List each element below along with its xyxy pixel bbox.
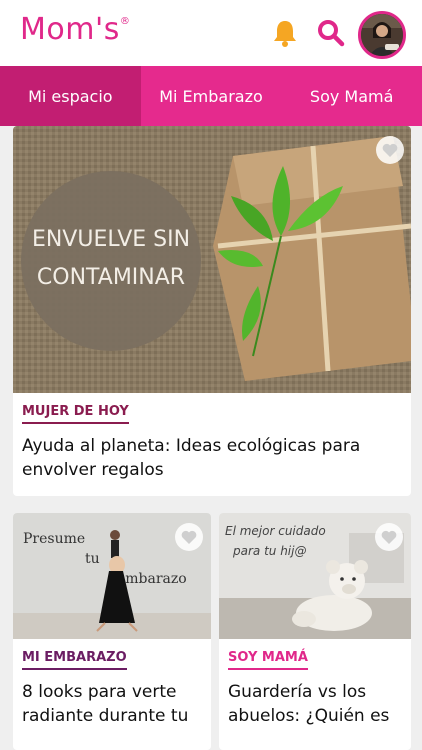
image-caption-line1: El mejor cuidado <box>225 524 326 538</box>
article-category[interactable]: MUJER DE HOY <box>22 404 129 424</box>
main-tab-bar: Mi espacio Mi Embarazo Soy Mamá <box>0 66 422 126</box>
avatar[interactable] <box>358 11 406 59</box>
image-caption-line2: para tu hij@ <box>232 544 306 558</box>
favorite-heart-icon[interactable] <box>376 136 404 164</box>
image-caption-line2: tu <box>85 551 100 567</box>
article-image: Presume tu embarazo <box>13 513 211 639</box>
image-caption-line2: CONTAMINAR <box>37 265 185 290</box>
bell-icon[interactable] <box>270 18 300 48</box>
search-icon[interactable] <box>316 18 346 48</box>
article-card[interactable]: El mejor cuidado para tu hij@ SOY MAMÁ G… <box>219 513 411 750</box>
article-image: El mejor cuidado para tu hij@ <box>219 513 411 639</box>
article-card[interactable]: ENVUELVE SIN CONTAMINAR MUJER DE HOY Ayu… <box>13 126 411 496</box>
tab-soy-mama[interactable]: Soy Mamá <box>281 66 422 126</box>
favorite-heart-icon[interactable] <box>375 523 403 551</box>
app-logo[interactable]: Mom's® <box>20 12 130 47</box>
article-image: ENVUELVE SIN CONTAMINAR <box>13 126 411 393</box>
article-category[interactable]: MI EMBARAZO <box>22 650 127 670</box>
article-title[interactable]: 8 looks para verte radiante durante tu <box>13 680 211 728</box>
image-caption-line1: Presume <box>23 531 85 547</box>
tab-mi-embarazo[interactable]: Mi Embarazo <box>141 66 282 126</box>
article-title[interactable]: Guardería vs los abuelos: ¿Quién es <box>219 680 411 728</box>
image-caption-line3: embarazo <box>117 571 187 587</box>
favorite-heart-icon[interactable] <box>175 523 203 551</box>
article-title[interactable]: Ayuda al planeta: Ideas ecológicas para … <box>13 434 411 482</box>
article-card[interactable]: Presume tu embarazo MI EMBARAZO 8 looks … <box>13 513 211 750</box>
article-category[interactable]: SOY MAMÁ <box>228 650 308 670</box>
tab-mi-espacio[interactable]: Mi espacio <box>0 66 141 126</box>
image-caption-line1: ENVUELVE SIN <box>32 227 190 252</box>
app-header: Mom's® <box>0 0 422 66</box>
